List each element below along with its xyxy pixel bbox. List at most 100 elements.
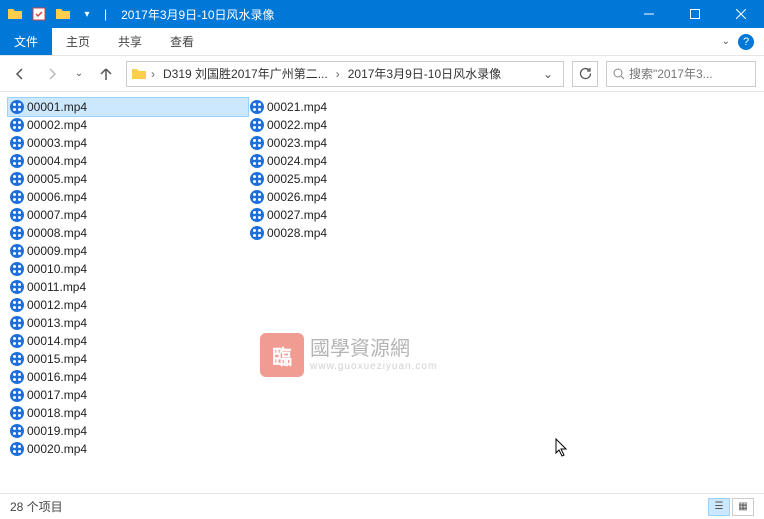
file-item[interactable]: 00012.mp4 — [8, 296, 248, 314]
file-name: 00001.mp4 — [27, 100, 87, 114]
file-item[interactable]: 00023.mp4 — [248, 134, 488, 152]
video-file-icon — [250, 154, 264, 168]
file-item[interactable]: 00014.mp4 — [8, 332, 248, 350]
back-button[interactable] — [8, 62, 32, 86]
file-item[interactable]: 00017.mp4 — [8, 386, 248, 404]
file-item[interactable]: 00009.mp4 — [8, 242, 248, 260]
file-item[interactable]: 00006.mp4 — [8, 188, 248, 206]
recent-dropdown[interactable]: ⌄ — [72, 62, 86, 86]
video-file-icon — [10, 118, 24, 132]
window-controls — [626, 0, 764, 28]
file-name: 00015.mp4 — [27, 352, 87, 366]
video-file-icon — [10, 244, 24, 258]
forward-button[interactable] — [40, 62, 64, 86]
tab-view[interactable]: 查看 — [156, 28, 208, 55]
file-name: 00011.mp4 — [27, 280, 86, 294]
video-file-icon — [250, 118, 264, 132]
breadcrumb-seg-2[interactable]: 2017年3月9日-10日风水录像 — [344, 65, 505, 82]
file-item[interactable]: 00010.mp4 — [8, 260, 248, 278]
video-file-icon — [250, 208, 264, 222]
video-file-icon — [10, 226, 24, 240]
file-item[interactable]: 00016.mp4 — [8, 368, 248, 386]
tab-share[interactable]: 共享 — [104, 28, 156, 55]
video-file-icon — [10, 172, 24, 186]
file-name: 00007.mp4 — [27, 208, 87, 222]
file-name: 00006.mp4 — [27, 190, 87, 204]
video-file-icon — [10, 388, 24, 402]
video-file-icon — [10, 316, 24, 330]
close-button[interactable] — [718, 0, 764, 28]
file-item[interactable]: 00028.mp4 — [248, 224, 488, 242]
file-name: 00018.mp4 — [27, 406, 87, 420]
status-bar: 28 个项目 ☰ ▦ — [0, 493, 764, 519]
file-item[interactable]: 00024.mp4 — [248, 152, 488, 170]
file-item[interactable]: 00019.mp4 — [8, 422, 248, 440]
video-file-icon — [10, 190, 24, 204]
file-item[interactable]: 00013.mp4 — [8, 314, 248, 332]
video-file-icon — [10, 262, 24, 276]
file-name: 00027.mp4 — [267, 208, 327, 222]
details-view-button[interactable]: ☰ — [708, 498, 730, 516]
file-item[interactable]: 00021.mp4 — [248, 98, 488, 116]
breadcrumb[interactable]: › D319 刘国胜2017年广州第二... › 2017年3月9日-10日风水… — [126, 61, 564, 87]
qat-dropdown-icon[interactable]: ▾ — [76, 3, 98, 25]
file-name: 00012.mp4 — [27, 298, 87, 312]
properties-icon[interactable] — [28, 3, 50, 25]
folder-icon[interactable] — [52, 3, 74, 25]
ribbon-tabs: 文件 主页 共享 查看 ⌄ ? — [0, 28, 764, 56]
tab-file[interactable]: 文件 — [0, 28, 52, 55]
file-item[interactable]: 00008.mp4 — [8, 224, 248, 242]
ribbon-right: ⌄ ? — [712, 28, 764, 55]
file-item[interactable]: 00011.mp4 — [8, 278, 248, 296]
file-item[interactable]: 00025.mp4 — [248, 170, 488, 188]
file-item[interactable]: 00003.mp4 — [8, 134, 248, 152]
file-item[interactable]: 00015.mp4 — [8, 350, 248, 368]
chevron-right-icon[interactable]: › — [149, 67, 157, 81]
file-name: 00004.mp4 — [27, 154, 87, 168]
file-name: 00023.mp4 — [267, 136, 327, 150]
maximize-button[interactable] — [672, 0, 718, 28]
file-name: 00025.mp4 — [267, 172, 327, 186]
file-item[interactable]: 00001.mp4 — [8, 98, 248, 116]
file-name: 00026.mp4 — [267, 190, 327, 204]
video-file-icon — [10, 442, 24, 456]
video-file-icon — [10, 424, 24, 438]
tab-home[interactable]: 主页 — [52, 28, 104, 55]
file-item[interactable]: 00022.mp4 — [248, 116, 488, 134]
video-file-icon — [250, 190, 264, 204]
file-name: 00016.mp4 — [27, 370, 87, 384]
video-file-icon — [10, 154, 24, 168]
window-title: 2017年3月9日-10日风水录像 — [115, 6, 626, 23]
file-item[interactable]: 00002.mp4 — [8, 116, 248, 134]
up-button[interactable] — [94, 62, 118, 86]
file-name: 00019.mp4 — [27, 424, 87, 438]
video-file-icon — [250, 136, 264, 150]
chevron-right-icon[interactable]: › — [334, 67, 342, 81]
icons-view-button[interactable]: ▦ — [732, 498, 754, 516]
search-box[interactable] — [606, 61, 756, 87]
separator: | — [104, 7, 107, 21]
file-name: 00008.mp4 — [27, 226, 87, 240]
file-item[interactable]: 00005.mp4 — [8, 170, 248, 188]
file-item[interactable]: 00020.mp4 — [8, 440, 248, 458]
file-item[interactable]: 00018.mp4 — [8, 404, 248, 422]
video-file-icon — [10, 352, 24, 366]
view-toggles: ☰ ▦ — [708, 498, 754, 516]
refresh-button[interactable] — [572, 61, 598, 87]
file-item[interactable]: 00004.mp4 — [8, 152, 248, 170]
search-input[interactable] — [629, 67, 749, 81]
breadcrumb-dropdown-icon[interactable]: ⌄ — [537, 67, 559, 81]
expand-ribbon-icon[interactable]: ⌄ — [722, 36, 730, 47]
file-name: 00017.mp4 — [27, 388, 87, 402]
file-list-area: 00001.mp4 00002.mp400003.mp4 00004.mp4 0000… — [0, 92, 764, 491]
file-item[interactable]: 00007.mp4 — [8, 206, 248, 224]
file-item[interactable]: 00026.mp4 — [248, 188, 488, 206]
minimize-button[interactable] — [626, 0, 672, 28]
video-file-icon — [250, 172, 264, 186]
breadcrumb-seg-1[interactable]: D319 刘国胜2017年广州第二... — [159, 65, 332, 82]
file-name: 00020.mp4 — [27, 442, 87, 456]
item-count: 28 个项目 — [10, 498, 63, 515]
file-item[interactable]: 00027.mp4 — [248, 206, 488, 224]
search-icon — [613, 68, 625, 80]
help-icon[interactable]: ? — [738, 34, 754, 50]
